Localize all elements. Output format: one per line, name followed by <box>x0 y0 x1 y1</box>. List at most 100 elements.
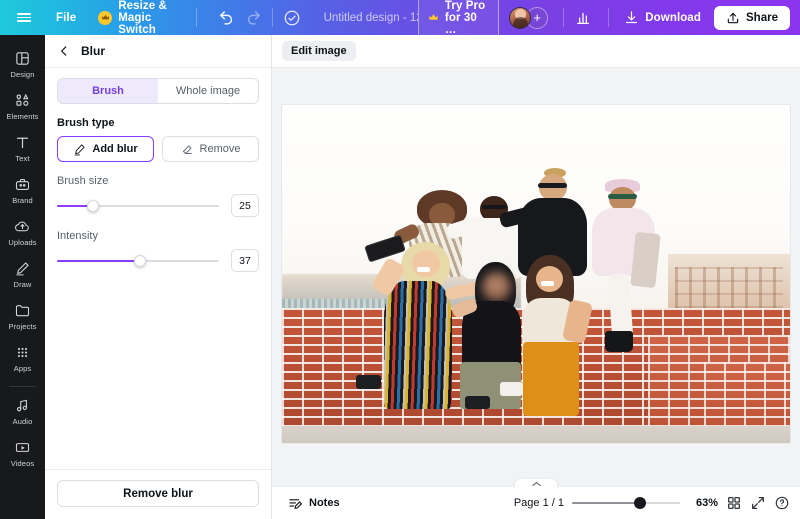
photo-ground <box>282 426 790 443</box>
download-arrow-icon <box>626 11 638 24</box>
notes-label: Notes <box>309 497 340 509</box>
share-label: Share <box>746 11 778 24</box>
sidebar-item-label: Text <box>15 154 30 163</box>
sidebar-item-apps[interactable]: Apps <box>0 337 45 379</box>
canvas-area[interactable] <box>272 68 800 519</box>
sidebar-item-audio[interactable]: Audio <box>0 390 45 432</box>
sidebar-item-uploads[interactable]: Uploads <box>0 211 45 253</box>
resize-label: Resize & Magic Switch <box>118 0 167 36</box>
sidebar-item-label: Apps <box>13 364 32 373</box>
undo-arrow-icon[interactable] <box>214 6 238 30</box>
notes-lines-icon <box>289 498 303 509</box>
collapse-panel-button[interactable] <box>514 478 558 488</box>
sidebar-item-design[interactable]: Design <box>0 43 45 85</box>
collaborators-group: + <box>509 6 549 29</box>
download-button[interactable]: Download <box>615 5 710 30</box>
page-indicator: Page 1 / 1 <box>513 497 564 509</box>
zoom-handle[interactable] <box>634 497 647 509</box>
design-layout-icon <box>16 52 29 65</box>
chevron-left-icon[interactable] <box>57 44 71 58</box>
canva-editor-window: File Resize & Magic Switch Untitled desi… <box>0 0 800 519</box>
sidebar-item-label: Design <box>10 70 35 79</box>
figure-pants-7 <box>523 341 580 416</box>
toolbar-divider-1 <box>196 8 198 27</box>
artboard[interactable] <box>282 105 790 443</box>
panel-footer: Remove blur <box>45 469 271 519</box>
sidebar-item-elements[interactable]: Elements <box>0 85 45 127</box>
hamburger-menu-icon[interactable] <box>12 6 36 30</box>
blurred-face-region <box>482 272 511 302</box>
draw-pen-icon <box>16 262 29 276</box>
file-menu-button[interactable]: File <box>48 8 84 28</box>
brush-size-row: 25 <box>57 194 259 217</box>
figure-head-7 <box>536 265 564 292</box>
slider-handle[interactable] <box>86 199 99 212</box>
notes-button[interactable]: Notes <box>282 492 346 515</box>
tab-whole-image[interactable]: Whole image <box>158 79 258 103</box>
sidebar-item-draw[interactable]: Draw <box>0 253 45 295</box>
intensity-input[interactable]: 37 <box>231 249 259 272</box>
document-title[interactable]: Untitled design - 1280px × 8… <box>318 8 418 28</box>
videos-play-icon <box>15 443 30 452</box>
figure-smile-5 <box>417 266 431 272</box>
sidebar-item-videos[interactable]: Videos <box>0 432 45 474</box>
intensity-label: Intensity <box>57 230 98 242</box>
figure-smile-7 <box>541 281 555 287</box>
audio-note-icon <box>16 399 27 412</box>
grid-view-icon[interactable] <box>726 495 742 511</box>
panel-header: Blur <box>45 35 271 68</box>
resize-magic-switch-button[interactable]: Resize & Magic Switch <box>90 0 189 40</box>
brand-briefcase-icon <box>15 179 30 190</box>
sidebar-item-brand[interactable]: Brand <box>0 169 45 211</box>
share-button[interactable]: Share <box>714 5 790 30</box>
toolbar-divider-3 <box>563 8 564 27</box>
add-blur-label: Add blur <box>92 143 138 155</box>
redo-arrow-icon[interactable] <box>241 6 265 30</box>
intensity-slider[interactable] <box>57 253 219 269</box>
download-label: Download <box>645 11 701 24</box>
zoom-fill <box>572 502 641 504</box>
sidebar-item-label: Audio <box>12 417 33 426</box>
figure-glasses-2 <box>481 205 508 210</box>
sidebar-item-text[interactable]: Text <box>0 127 45 169</box>
intensity-row: 37 <box>57 249 259 272</box>
tab-brush[interactable]: Brush <box>58 79 158 103</box>
pen-highlighter-icon <box>75 143 85 155</box>
sidebar-item-label: Videos <box>10 459 35 468</box>
uploads-cloud-icon <box>15 221 29 232</box>
brush-size-input[interactable]: 25 <box>231 194 259 217</box>
panel-body: Brush Whole image Brush type Add blur Re… <box>45 68 271 469</box>
top-toolbar: File Resize & Magic Switch Untitled desi… <box>0 0 800 41</box>
zoom-slider[interactable] <box>572 495 680 511</box>
sidebar-item-label: Projects <box>8 322 37 331</box>
try-pro-label: Try Pro for 30 … <box>444 0 486 36</box>
figure-sunglasses-3 <box>538 182 568 189</box>
brush-size-label: Brush size <box>57 175 109 187</box>
remove-label: Remove <box>199 143 241 155</box>
text-t-icon <box>16 137 29 149</box>
slider-handle[interactable] <box>133 254 146 267</box>
brush-type-options: Add blur Remove <box>57 136 259 162</box>
remove-blur-button[interactable]: Remove blur <box>57 480 259 507</box>
cloud-saved-icon[interactable] <box>280 6 304 30</box>
rail-divider <box>9 386 36 387</box>
remove-brush-button[interactable]: Remove <box>162 136 259 162</box>
figure-sunglasses-4 <box>608 193 637 199</box>
sidebar-item-label: Brand <box>12 196 33 205</box>
help-question-icon[interactable] <box>774 495 790 511</box>
context-toolbar: Edit image <box>272 35 800 68</box>
undo-redo-group <box>214 6 265 30</box>
edit-image-button[interactable]: Edit image <box>282 41 356 61</box>
sidebar-item-label: Uploads <box>8 238 37 247</box>
add-blur-button[interactable]: Add blur <box>57 136 154 162</box>
blur-mode-tabs: Brush Whole image <box>57 78 259 104</box>
left-rail: Design Elements Text Brand Uploads Draw … <box>0 35 45 519</box>
brush-size-slider[interactable] <box>57 198 219 214</box>
avatar[interactable] <box>509 6 532 29</box>
sidebar-item-projects[interactable]: Projects <box>0 295 45 337</box>
expand-fullscreen-icon[interactable] <box>750 495 766 511</box>
figure-boot-4 <box>604 331 633 352</box>
figure-shoe-b <box>355 375 382 389</box>
toolbar-divider-4 <box>607 8 609 27</box>
insights-bar-chart-icon[interactable] <box>571 6 595 30</box>
